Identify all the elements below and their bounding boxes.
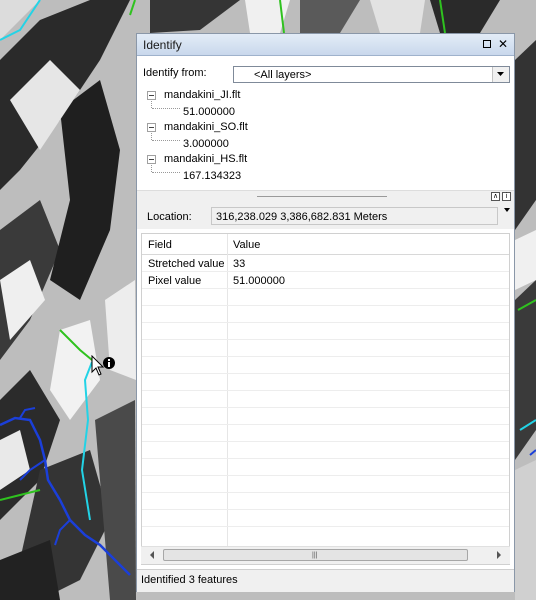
identify-cursor-icon — [91, 355, 115, 376]
layers-dropdown-value: <All layers> — [254, 69, 312, 81]
column-header-field[interactable]: Field — [148, 239, 172, 251]
status-text: Identified 3 features — [141, 574, 238, 586]
row-divider — [142, 492, 509, 493]
collapse-up-icon[interactable]: ∧ — [491, 192, 500, 201]
cell-field: Stretched value — [148, 258, 225, 270]
row-divider — [142, 424, 509, 425]
row-divider — [142, 475, 509, 476]
row-divider — [142, 509, 509, 510]
splitter-grip — [257, 196, 387, 197]
collapse-icon[interactable] — [147, 123, 156, 132]
horizontal-scrollbar[interactable]: ||| — [141, 546, 510, 564]
tree-value-item[interactable]: 167.134323 — [183, 170, 241, 182]
row-divider — [142, 339, 509, 340]
tree-layer-label: mandakini_JI.flt — [164, 89, 241, 101]
info-toggle-icon[interactable]: i — [502, 192, 511, 201]
location-label: Location: — [147, 211, 192, 223]
chevron-down-icon[interactable] — [504, 208, 510, 212]
row-divider — [142, 271, 509, 272]
location-value: 316,238.029 3,386,682.831 Meters — [216, 211, 388, 223]
scroll-thumb[interactable]: ||| — [163, 549, 468, 561]
row-divider — [142, 356, 509, 357]
grip-icon: ||| — [312, 552, 318, 559]
collapse-icon[interactable] — [147, 91, 156, 100]
maximize-icon[interactable] — [480, 37, 494, 51]
identify-from-row: Identify from: <All layers> — [137, 56, 514, 86]
close-icon[interactable]: ✕ — [496, 37, 510, 51]
row-divider — [142, 526, 509, 527]
tree-connector — [152, 108, 180, 109]
scroll-right-icon[interactable] — [495, 551, 503, 559]
panel-splitter[interactable]: ∧ i — [137, 190, 514, 204]
scroll-left-icon[interactable] — [148, 551, 156, 559]
tree-connector — [152, 172, 180, 173]
tree-layer-label: mandakini_HS.flt — [164, 153, 248, 165]
title-bar[interactable]: Identify ✕ — [137, 34, 514, 56]
attribute-table: Field Value Stretched value 33 Pixel val… — [141, 233, 510, 565]
column-separator — [227, 234, 228, 564]
tree-connector — [152, 140, 180, 141]
identify-from-label: Identify from: — [143, 67, 207, 79]
tree-layer-label: mandakini_SO.flt — [164, 121, 248, 133]
collapse-icon[interactable] — [147, 155, 156, 164]
row-divider — [142, 305, 509, 306]
row-divider — [142, 407, 509, 408]
row-divider — [142, 458, 509, 459]
cell-value: 33 — [233, 258, 246, 270]
status-bar: Identified 3 features — [137, 569, 514, 592]
row-divider — [142, 373, 509, 374]
column-header-value[interactable]: Value — [233, 239, 260, 251]
row-divider — [142, 390, 509, 391]
row-divider — [142, 288, 509, 289]
chevron-down-icon[interactable] — [492, 67, 509, 82]
tree-value-item[interactable]: 51.000000 — [183, 106, 235, 118]
cell-field: Pixel value — [148, 275, 202, 287]
location-row: Location: 316,238.029 3,386,682.831 Mete… — [137, 203, 514, 229]
table-header: Field Value — [142, 234, 509, 255]
row-divider — [142, 322, 509, 323]
identify-window: Identify ✕ Identify from: <All layers> m… — [136, 33, 515, 592]
window-title: Identify — [143, 38, 182, 52]
cell-value: 51.000000 — [233, 275, 285, 287]
row-divider — [142, 441, 509, 442]
layers-dropdown[interactable]: <All layers> — [233, 66, 510, 83]
location-field[interactable]: 316,238.029 3,386,682.831 Meters — [211, 207, 498, 225]
results-tree: mandakini_JI.flt 51.000000 mandakini_SO.… — [137, 88, 514, 188]
tree-value-item[interactable]: 3.000000 — [183, 138, 229, 150]
